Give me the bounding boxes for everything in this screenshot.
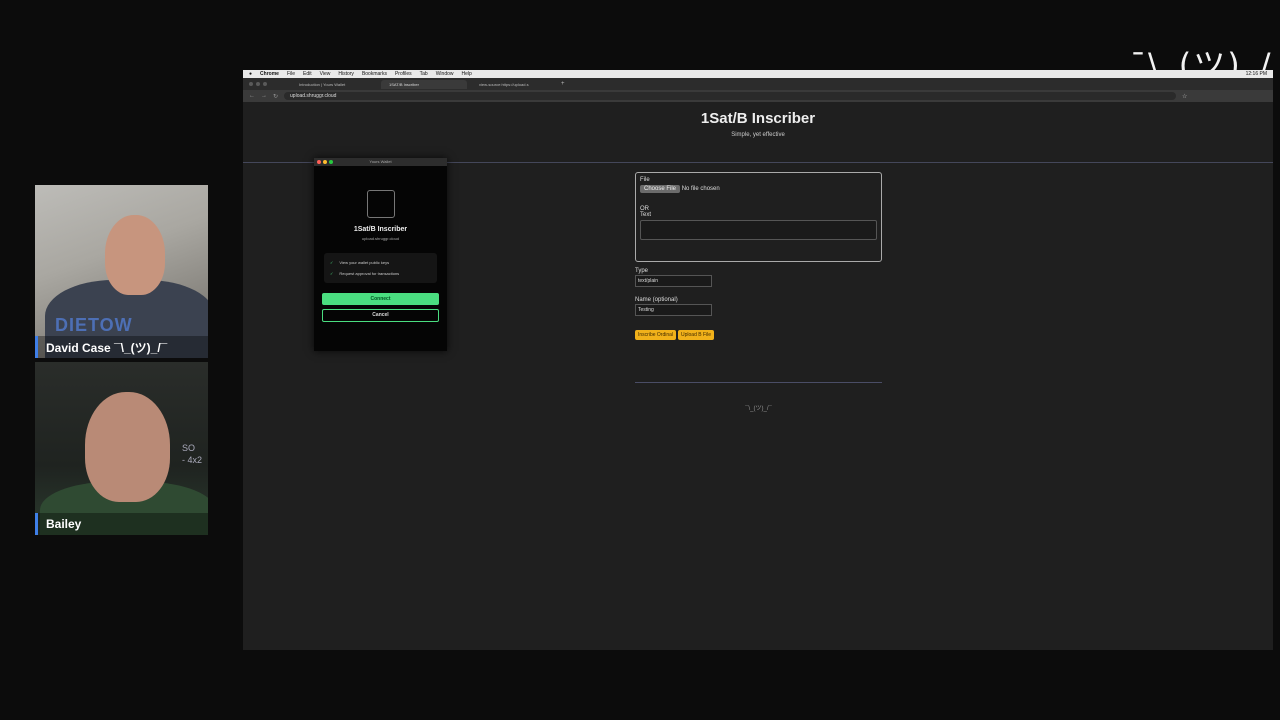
wallet-popup: Yours Wallet 1Sat/B Inscriber upload.shr… [314,158,447,351]
shirt-text: DIETOW [55,315,133,335]
participant-video: ЅΟ - 4x2 Bailey [35,362,208,535]
bookmark-star-icon[interactable]: ☆ [1182,93,1187,100]
menu-item[interactable]: Edit [303,71,312,77]
screen-share: ● Chrome File Edit View History Bookmark… [243,70,1273,650]
check-icon: ✓ [330,271,334,276]
permission-text: View your wallet public keys [339,260,390,265]
menu-item[interactable]: History [338,71,354,77]
menu-item[interactable]: Chrome [260,71,279,77]
permission-text: Request approval for transactions [339,271,400,276]
close-window-icon[interactable] [249,82,253,86]
menu-item[interactable]: Window [436,71,454,77]
text-label: Text [640,212,652,218]
chalkboard-writing: ЅΟ - 4x2 [181,443,202,465]
participant-video: DIETOW David Case ¯\_(ツ)_/¯ [35,185,208,358]
url-field[interactable]: upload.shruggr.cloud [284,92,1177,100]
mac-menubar: ● Chrome File Edit View History Bookmark… [243,70,1273,78]
permission-item: ✓ Request approval for transactions [330,268,431,279]
name-label: Name (optional) [635,297,678,303]
address-bar: ← → ↻ upload.shruggr.cloud ☆ [243,90,1273,102]
permission-item: ✓ View your wallet public keys [330,257,431,268]
close-icon[interactable] [317,160,321,164]
menu-item[interactable]: File [287,71,295,77]
window-controls [249,82,267,86]
maximize-icon[interactable] [329,160,333,164]
new-tab-icon[interactable]: + [561,81,565,87]
popup-titlebar: Yours Wallet [314,158,447,166]
menu-item[interactable]: Profiles [395,71,412,77]
minimize-window-icon[interactable] [256,82,260,86]
file-fieldset: File Choose File No file chosen OR Text [635,172,882,262]
upload-b-file-button[interactable]: Upload B File [678,330,715,340]
no-file-text: No file chosen [681,186,720,192]
maximize-window-icon[interactable] [263,82,267,86]
type-label: Type [635,268,649,274]
clock: 12:16 PM [1245,71,1267,77]
inscribe-form: File Choose File No file chosen OR Text … [635,172,882,412]
browser-tab[interactable]: view-source:https://upload.s [471,80,557,89]
permissions-list: ✓ View your wallet public keys ✓ Request a… [324,253,437,283]
participant-name: David Case ¯\_(ツ)_/¯ [35,336,208,358]
minimize-icon[interactable] [323,160,327,164]
browser-tab[interactable]: Introduction | Yours Wallet [291,80,377,89]
connect-button[interactable]: Connect [322,293,439,305]
browser-tabstrip: Introduction | Yours Wallet 1SAT/B Inscr… [243,78,1273,90]
app-name: 1Sat/B Inscriber [353,226,408,233]
inscribe-ordinal-button[interactable]: Inscribe Ordinal [635,330,677,340]
divider [635,382,882,383]
apple-icon[interactable]: ● [249,71,252,77]
menu-item[interactable]: View [320,71,331,77]
app-url: upload.shruggr.cloud [361,236,400,241]
video-participants: DIETOW David Case ¯\_(ツ)_/¯ ЅΟ - 4x2 Bail… [35,185,208,535]
forward-icon[interactable]: → [261,93,267,99]
cancel-button[interactable]: Cancel [322,309,439,322]
participant-name: Bailey [35,513,208,535]
person-head [85,392,170,502]
person-head [105,215,165,295]
popup-title: Yours Wallet [369,159,392,164]
file-label: File [640,177,650,183]
type-input[interactable]: text/plain [635,275,712,287]
page-title: 1Sat/B Inscriber [700,110,816,127]
page-header: 1Sat/B Inscriber Simple, yet effective [243,102,1273,163]
reload-icon[interactable]: ↻ [273,93,278,100]
check-icon: ✓ [330,260,334,265]
menu-item[interactable]: Tab [420,71,428,77]
footer-shrug: ¯\_(ツ)_/¯ [745,406,772,412]
choose-file-button[interactable]: Choose File [640,185,681,193]
menu-item[interactable]: Bookmarks [362,71,387,77]
app-icon [366,190,395,218]
menu-item[interactable]: Help [462,71,472,77]
browser-tab-active[interactable]: 1SAT/B Inscriber [381,79,467,89]
text-input[interactable] [640,220,877,240]
page-subtitle: Simple, yet effective [731,132,785,138]
back-icon[interactable]: ← [249,93,255,99]
name-input[interactable]: Testing [635,304,712,316]
